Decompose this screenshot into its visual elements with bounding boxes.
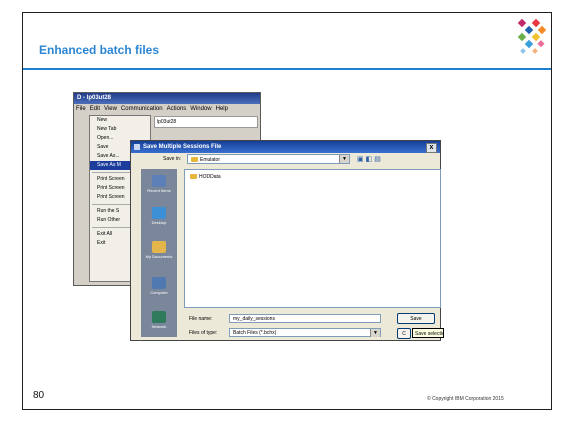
menubar-item[interactable]: Communication <box>121 106 163 112</box>
place-label: Recent Items <box>147 188 171 193</box>
menubar-item[interactable]: Edit <box>90 106 100 112</box>
file-name-label: File name: <box>189 316 213 322</box>
save-in-value: Emulator <box>200 157 221 163</box>
save-button[interactable]: Save <box>397 313 435 324</box>
menubar-item[interactable]: File <box>76 106 86 112</box>
menubar-item[interactable]: Window <box>190 106 211 112</box>
place-label: My Documents <box>145 254 173 259</box>
file-name-input[interactable]: my_daily_sessions <box>229 314 381 323</box>
dialog-title: Save Multiple Sessions File <box>143 144 222 150</box>
dialog-titlebar: Save Multiple Sessions File x <box>131 141 440 153</box>
emulator-menubar: File Edit View Communication Actions Window He… <box>74 104 260 114</box>
file-list[interactable]: HODData <box>184 169 441 308</box>
view-menu-icon[interactable]: ▤ <box>374 156 383 163</box>
chevron-down-icon[interactable]: ▼ <box>339 155 349 163</box>
page-number: 80 <box>33 390 45 401</box>
desktop-icon <box>152 207 166 219</box>
up-folder-icon[interactable]: ▣ <box>357 156 366 163</box>
save-tooltip: Save selection <box>412 328 444 338</box>
recent-items-icon <box>152 175 166 187</box>
menubar-item[interactable]: View <box>104 106 117 112</box>
toolbar-icons[interactable]: ▣◧▤ <box>357 155 383 163</box>
close-button[interactable]: x <box>426 143 437 153</box>
ibm-diamond-logo-icon <box>517 18 547 54</box>
emulator-title: D - lp03ut28 <box>74 93 260 104</box>
folder-icon <box>190 174 197 179</box>
place-my-documents[interactable]: My Documents <box>141 241 177 259</box>
folder-icon <box>191 157 198 162</box>
save-in-dropdown[interactable]: Emulator ▼ <box>187 154 350 164</box>
place-recent-items[interactable]: Recent Items <box>141 175 177 193</box>
title-divider <box>23 68 551 70</box>
save-sessions-dialog: Save Multiple Sessions File x Save in: E… <box>130 140 441 341</box>
file-type-value: Batch Files (*.bchx) <box>233 330 277 336</box>
menu-item[interactable]: New Tab <box>90 125 150 134</box>
copyright-notice: © Copyright IBM Corporation 2015 <box>427 396 504 402</box>
file-type-label: Files of type: <box>189 330 218 336</box>
place-network[interactable]: Network <box>141 311 177 329</box>
session-field: lp03ut28 <box>154 116 258 128</box>
place-label: Desktop <box>151 220 167 225</box>
menu-item[interactable]: New <box>90 116 150 125</box>
network-icon <box>152 311 166 323</box>
save-in-label: Save in: <box>163 156 182 162</box>
list-item[interactable]: HODData <box>190 174 221 180</box>
place-label: Network <box>151 324 167 329</box>
place-computer[interactable]: Computer <box>141 277 177 295</box>
menubar-item[interactable]: Help <box>216 106 228 112</box>
cancel-button[interactable]: C <box>397 328 411 339</box>
chevron-down-icon[interactable]: ▼ <box>370 329 380 337</box>
menubar-item[interactable]: Actions <box>167 106 187 112</box>
new-folder-icon[interactable]: ◧ <box>366 156 375 163</box>
place-label: Computer <box>150 290 168 295</box>
places-bar: Recent Items Desktop My Documents Comput… <box>141 169 177 337</box>
slide-title: Enhanced batch files <box>39 43 160 57</box>
documents-icon <box>152 241 166 253</box>
computer-icon <box>152 277 166 289</box>
file-type-dropdown[interactable]: Batch Files (*.bchx) ▼ <box>229 328 381 337</box>
place-desktop[interactable]: Desktop <box>141 207 177 225</box>
app-icon <box>134 144 140 150</box>
file-name: HODData <box>199 174 221 180</box>
